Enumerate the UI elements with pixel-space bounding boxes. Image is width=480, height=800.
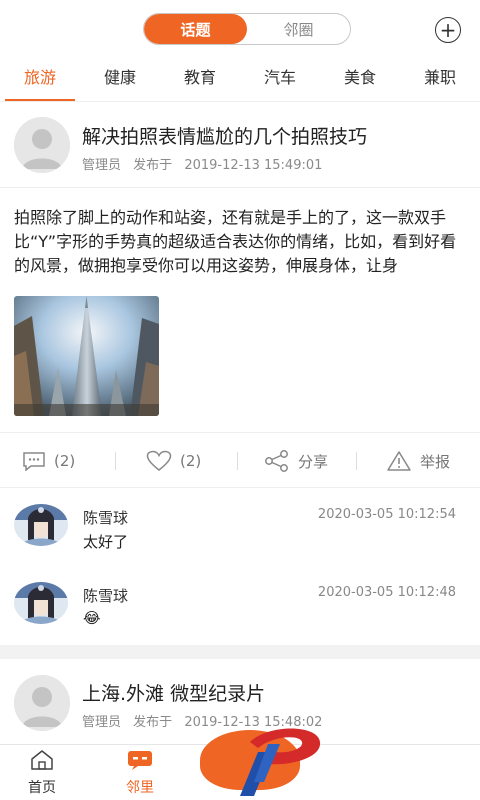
report-label: 举报 [420, 452, 451, 471]
share-button[interactable]: 分享 [264, 449, 328, 473]
author-avatar[interactable] [14, 117, 70, 173]
add-post-button[interactable]: + [435, 17, 461, 43]
post-title[interactable]: 上海.外滩 微型纪录片 [82, 679, 265, 706]
warning-icon [387, 451, 411, 471]
post-action-bar: (2) (2) 分享 举报 [0, 432, 480, 488]
action-divider [115, 452, 116, 470]
category-tab-food[interactable]: 美食 [320, 56, 400, 101]
comment-text: 太好了 [83, 533, 129, 551]
tab-neighborhood[interactable]: 邻圈 [247, 14, 350, 44]
commenter-avatar[interactable] [14, 582, 68, 624]
post-timestamp: 2019-12-13 15:49:01 [184, 158, 323, 173]
commenter-name[interactable]: 陈雪球 [83, 585, 128, 606]
comment-button[interactable]: (2) [22, 449, 75, 473]
user-avatar-photo [14, 504, 68, 546]
chat-icon [128, 751, 152, 770]
post-author: 管理员 [82, 158, 122, 173]
category-tab-parttime[interactable]: 兼职 [400, 56, 480, 101]
category-tabs: 旅游 健康 教育 汽车 美食 兼职 [0, 56, 480, 102]
post-image[interactable] [14, 296, 159, 416]
skyscraper-photo [14, 296, 159, 416]
post-author: 管理员 [82, 715, 122, 730]
commenter-avatar[interactable] [14, 504, 68, 546]
app-logo-icon [240, 728, 321, 796]
commenter-name[interactable]: 陈雪球 [83, 507, 128, 528]
post-title[interactable]: 解决拍照表情尴尬的几个拍照技巧 [82, 122, 367, 149]
nav-neighborhood-label: 邻里 [126, 780, 154, 796]
report-button[interactable]: 举报 [386, 449, 450, 473]
category-tab-education[interactable]: 教育 [160, 56, 240, 101]
comment-time: 2020-03-05 10:12:54 [317, 507, 456, 522]
top-header: 话题 邻圈 + [0, 0, 480, 56]
plus-circle-icon: + [439, 18, 457, 42]
comment-text: 😂 [83, 609, 101, 627]
nav-neighborhood[interactable]: 邻里 [110, 749, 170, 797]
heart-icon [146, 450, 172, 471]
post-meta: 管理员 发布于 2019-12-13 15:49:01 [82, 154, 330, 173]
tab-topics[interactable]: 话题 [144, 14, 247, 44]
post-header[interactable]: 解决拍照表情尴尬的几个拍照技巧 管理员 发布于 2019-12-13 15:49… [0, 102, 480, 188]
comment-item[interactable]: 陈雪球 2020-03-05 10:12:54 太好了 [0, 500, 480, 570]
default-user-icon [14, 675, 70, 731]
share-label: 分享 [298, 452, 329, 471]
post-body: 拍照除了脚上的动作和站姿，还有就是手上的了，这一款双手比“Y”字形的手势真的超级… [14, 208, 457, 275]
nav-home-label: 首页 [28, 780, 56, 796]
like-count: (2) [180, 452, 202, 470]
topic-segment-control: 话题 邻圈 [143, 13, 351, 45]
category-tab-health[interactable]: 健康 [80, 56, 160, 101]
default-user-icon [14, 117, 70, 173]
category-tab-cars[interactable]: 汽车 [240, 56, 320, 101]
action-divider [356, 452, 357, 470]
post-published-label: 发布于 [133, 715, 173, 730]
action-divider [237, 452, 238, 470]
author-avatar[interactable] [14, 675, 70, 731]
comment-icon [23, 452, 45, 471]
home-icon [31, 750, 53, 770]
nav-home[interactable]: 首页 [12, 749, 72, 797]
comment-time: 2020-03-05 10:12:48 [317, 585, 456, 600]
share-icon [265, 450, 288, 472]
category-tab-travel[interactable]: 旅游 [0, 56, 80, 101]
user-avatar-photo [14, 582, 68, 624]
like-button[interactable]: (2) [146, 449, 201, 473]
comment-item[interactable]: 陈雪球 2020-03-05 10:12:48 😂 [0, 578, 480, 648]
post-published-label: 发布于 [133, 158, 173, 173]
section-separator [0, 645, 480, 659]
comment-count: (2) [54, 452, 76, 470]
